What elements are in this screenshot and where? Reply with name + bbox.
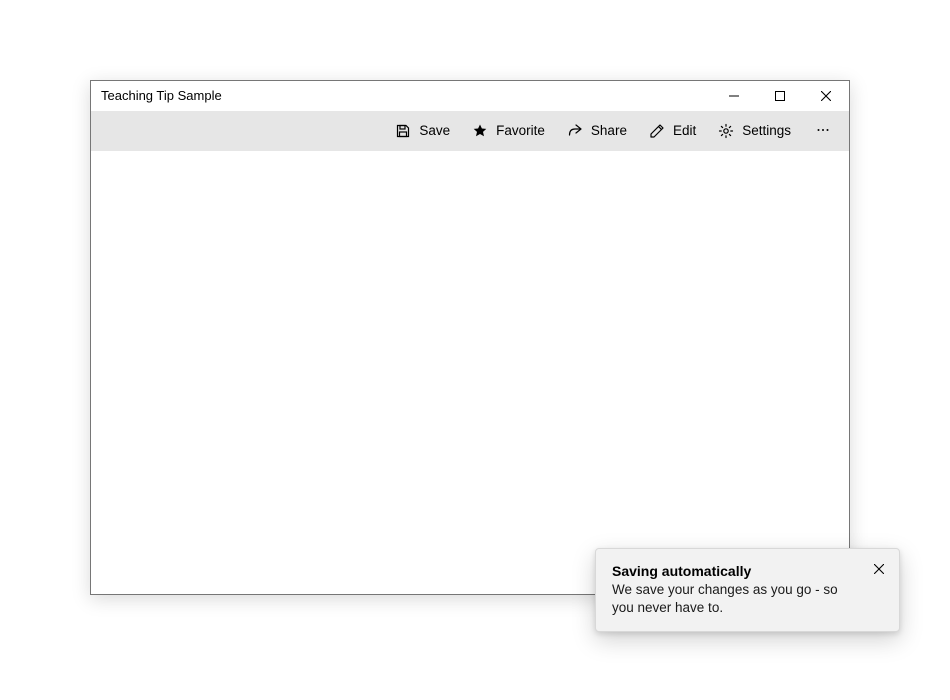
favorite-label: Favorite: [496, 124, 545, 138]
save-icon: [395, 123, 411, 139]
settings-label: Settings: [742, 124, 791, 138]
more-button[interactable]: [803, 115, 843, 147]
titlebar: Teaching Tip Sample: [91, 81, 849, 111]
share-button[interactable]: Share: [557, 115, 637, 147]
close-icon: [821, 91, 831, 101]
close-icon: [874, 561, 884, 577]
teaching-tip-title: Saving automatically: [612, 563, 859, 579]
app-window: Teaching Tip Sample: [90, 80, 850, 595]
window-controls: [711, 81, 849, 111]
maximize-icon: [775, 91, 785, 101]
share-icon: [567, 123, 583, 139]
teaching-tip: Saving automatically We save your change…: [595, 548, 900, 632]
settings-button[interactable]: Settings: [708, 115, 801, 147]
minimize-button[interactable]: [711, 81, 757, 111]
star-icon: [472, 123, 488, 139]
teaching-tip-body: We save your changes as you go - so you …: [612, 581, 859, 617]
window-title: Teaching Tip Sample: [101, 81, 711, 111]
favorite-button[interactable]: Favorite: [462, 115, 555, 147]
save-label: Save: [419, 124, 450, 138]
teaching-tip-close-button[interactable]: [867, 557, 891, 581]
maximize-button[interactable]: [757, 81, 803, 111]
share-label: Share: [591, 124, 627, 138]
command-bar: Save Favorite Share: [91, 111, 849, 151]
save-button[interactable]: Save: [385, 115, 460, 147]
close-button[interactable]: [803, 81, 849, 111]
gear-icon: [718, 123, 734, 139]
edit-button[interactable]: Edit: [639, 115, 706, 147]
edit-icon: [649, 123, 665, 139]
edit-label: Edit: [673, 124, 696, 138]
more-icon: [815, 122, 831, 141]
minimize-icon: [729, 91, 739, 101]
content-area: [91, 151, 849, 594]
